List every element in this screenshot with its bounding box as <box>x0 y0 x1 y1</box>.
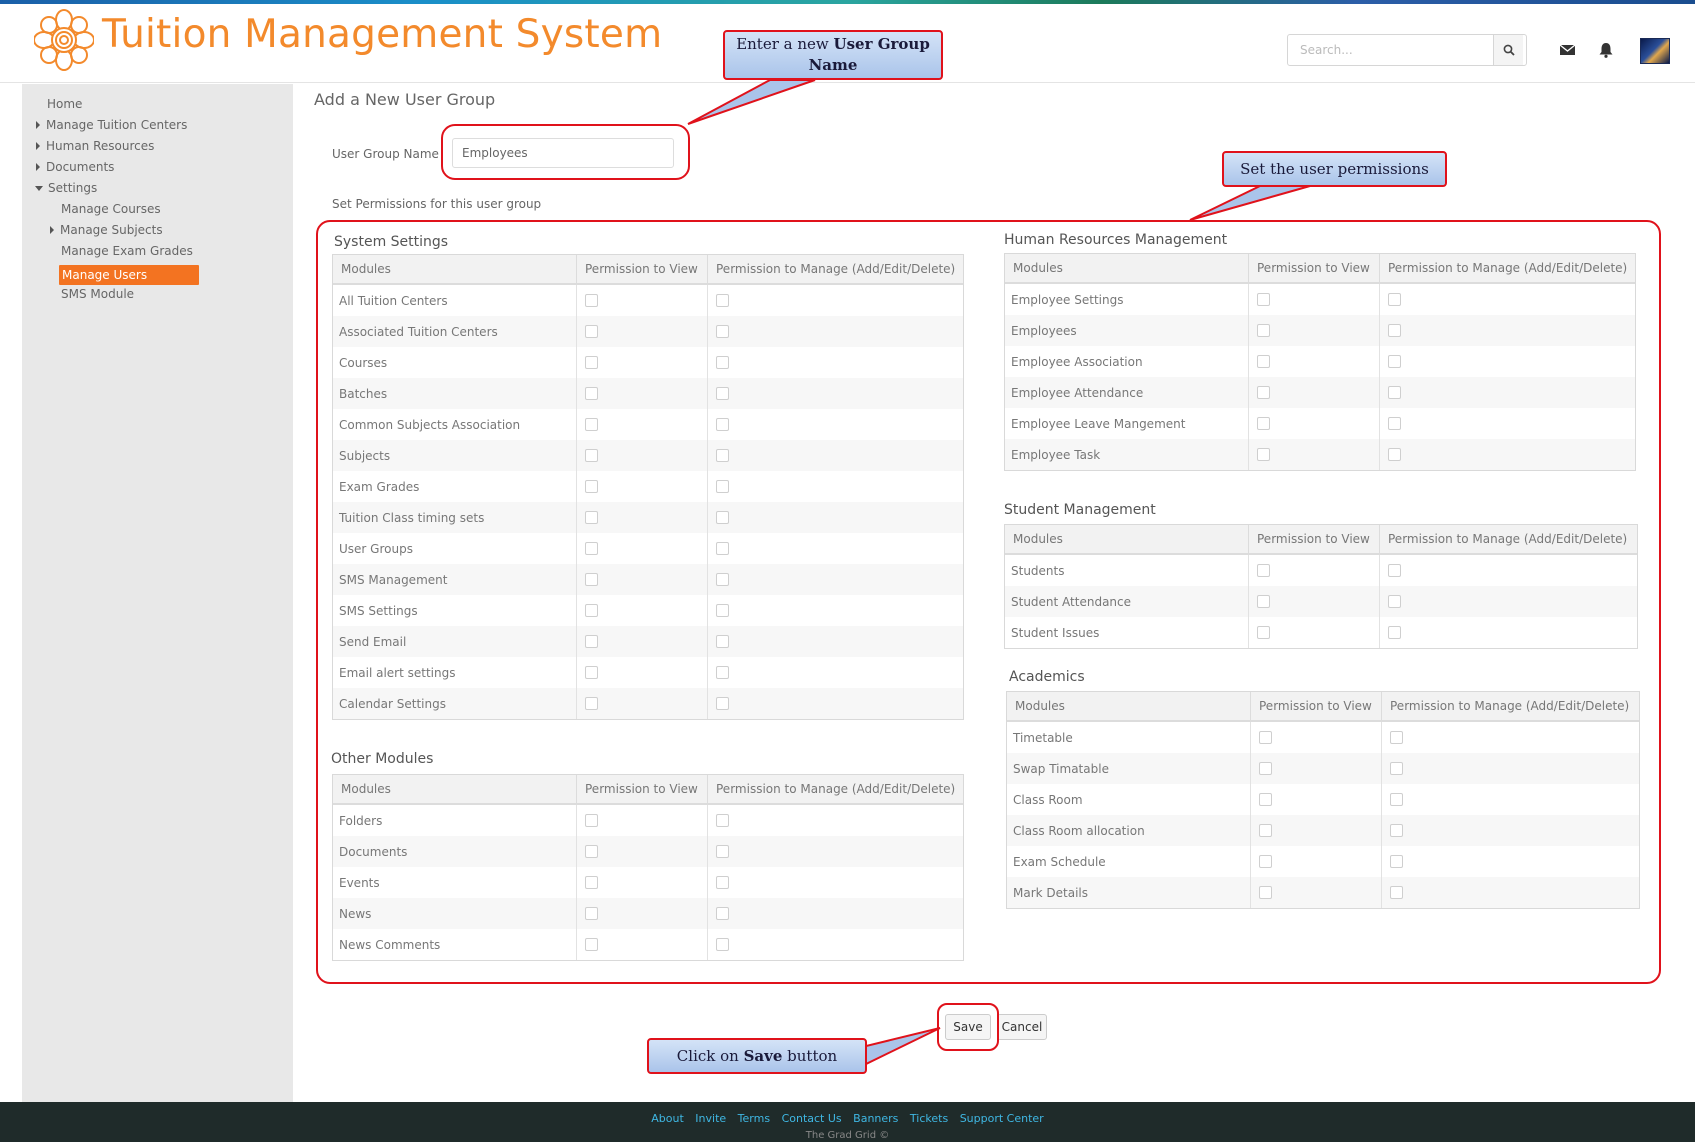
annotation-highlight-save <box>937 1003 999 1051</box>
footer: About Invite Terms Contact Us Banners Ti… <box>0 1102 1695 1142</box>
caret-right-icon <box>36 142 40 150</box>
sidebar-item-label: SMS Module <box>61 287 135 301</box>
caret-down-icon <box>35 185 43 191</box>
caret-right-icon <box>36 163 40 171</box>
sidebar-item-label: Manage Tuition Centers <box>46 118 188 132</box>
sidebar-item-label: Documents <box>46 160 115 174</box>
footer-link-tickets[interactable]: Tickets <box>910 1112 948 1125</box>
mail-icon[interactable] <box>1559 42 1577 58</box>
caret-right-icon <box>36 121 40 129</box>
search-icon <box>1503 44 1515 56</box>
search-input[interactable] <box>1288 36 1493 64</box>
search-button[interactable] <box>1493 35 1523 65</box>
sidebar-item-human-resources[interactable]: Human Resources <box>36 139 154 153</box>
group-name-label: User Group Name <box>332 147 439 161</box>
sidebar-item-home[interactable]: Home <box>47 97 82 111</box>
callout-permissions: Set the user permissions <box>1222 151 1447 187</box>
annotation-highlight-group-name <box>441 124 690 180</box>
annotation-highlight-permissions <box>316 220 1661 984</box>
footer-links: About Invite Terms Contact Us Banners Ti… <box>0 1112 1695 1125</box>
footer-link-support-center[interactable]: Support Center <box>960 1112 1044 1125</box>
sidebar-item-label: Settings <box>48 181 98 195</box>
sidebar-item-sms-module[interactable]: SMS Module <box>61 287 134 301</box>
footer-link-contact-us[interactable]: Contact Us <box>782 1112 842 1125</box>
sunflower-logo-icon <box>34 9 94 71</box>
avatar[interactable] <box>1640 38 1670 64</box>
bell-icon[interactable] <box>1597 42 1615 58</box>
footer-link-about[interactable]: About <box>651 1112 684 1125</box>
sidebar-item-manage-subjects[interactable]: Manage Subjects <box>50 223 163 237</box>
sidebar-item-label: Human Resources <box>46 139 155 153</box>
sidebar-item-manage-courses[interactable]: Manage Courses <box>61 202 161 216</box>
sidebar-item-label: Manage Courses <box>61 202 161 216</box>
callout-group-name: Enter a new User Group Name <box>723 30 943 80</box>
sidebar-item-label: Manage Exam Grades <box>61 244 193 258</box>
footer-link-terms[interactable]: Terms <box>738 1112 770 1125</box>
permissions-label: Set Permissions for this user group <box>332 197 542 211</box>
sidebar-item-settings[interactable]: Settings <box>35 181 97 195</box>
caret-right-icon <box>50 226 54 234</box>
callout-save: Click on Save button <box>647 1038 867 1074</box>
sidebar-item-manage-exam-grades[interactable]: Manage Exam Grades <box>61 244 193 258</box>
sidebar-item-manage-tuition-centers[interactable]: Manage Tuition Centers <box>36 118 187 132</box>
sidebar-item-documents[interactable]: Documents <box>36 160 114 174</box>
app-title: Tuition Management System <box>102 12 663 57</box>
cancel-button[interactable]: Cancel <box>997 1014 1047 1040</box>
sidebar-item-manage-users[interactable]: Manage Users <box>59 265 199 285</box>
sidebar-item-label: Manage Subjects <box>60 223 163 237</box>
footer-link-banners[interactable]: Banners <box>853 1112 898 1125</box>
page-title: Add a New User Group <box>314 90 496 109</box>
footer-copyright: The Grad Grid © <box>805 1130 890 1141</box>
page: Tuition Management System Home Manage Tu… <box>0 0 1695 1142</box>
footer-link-invite[interactable]: Invite <box>695 1112 726 1125</box>
search-box <box>1287 34 1527 66</box>
sidebar-item-label: Home <box>47 97 83 111</box>
